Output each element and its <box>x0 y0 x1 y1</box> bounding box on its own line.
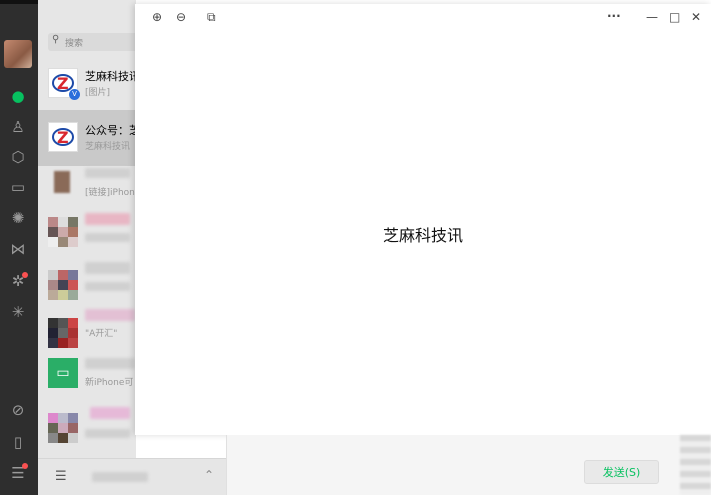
sparkle-icon[interactable]: ✳ <box>9 303 27 321</box>
group-avatar <box>48 217 78 247</box>
close-icon[interactable]: ✕ <box>691 10 701 24</box>
contact-avatar <box>54 171 70 193</box>
notification-dot <box>22 272 28 278</box>
maximize-icon[interactable]: □ <box>669 10 680 24</box>
zhima-logo-avatar: ZV <box>48 68 80 100</box>
chat-item-zhima[interactable]: ZV 芝麻科技讯 [图片] <box>38 56 136 112</box>
chat-title: 公众号：芝 <box>85 124 136 137</box>
list-icon[interactable]: ☰ <box>55 469 67 484</box>
group-avatar <box>48 270 78 300</box>
contacts-icon[interactable]: ♙ <box>9 118 27 136</box>
chat-preview: 新iPhone可 <box>85 378 134 388</box>
chat-item-official-account[interactable]: Z 公众号：芝 芝麻科技讯 <box>38 110 136 166</box>
group-avatar <box>48 413 78 443</box>
chat-list-footer: ☰ ⌃ <box>38 458 226 495</box>
compass-icon[interactable]: ⊘ <box>9 401 27 419</box>
chat-item-group[interactable]: "A开汇" <box>38 306 136 362</box>
search-placeholder: 搜索 <box>65 39 84 49</box>
minimize-icon[interactable]: — <box>646 10 658 24</box>
folder-icon[interactable]: ▭ <box>9 178 27 196</box>
notification-dot <box>22 463 28 469</box>
chat-item-group[interactable] <box>38 205 136 261</box>
chat-title: 芝麻科技讯 <box>85 70 136 83</box>
zoom-in-icon[interactable]: ⊕ <box>152 10 162 24</box>
chevron-up-icon[interactable]: ⌃ <box>204 468 214 482</box>
group-avatar <box>48 318 78 348</box>
zoom-out-icon[interactable]: ⊖ <box>176 10 186 24</box>
copy-icon[interactable]: ⧉ <box>207 10 216 25</box>
verified-badge-icon: V <box>69 89 80 100</box>
aperture-icon[interactable]: ✺ <box>9 209 27 227</box>
zhima-logo-avatar: Z <box>48 122 78 152</box>
phone-icon[interactable]: ▯ <box>9 433 27 451</box>
box-icon[interactable]: ⬡ <box>9 148 27 166</box>
avatar[interactable] <box>4 40 32 68</box>
butterfly-icon[interactable]: ⋈ <box>9 240 27 258</box>
chat-preview: "A开汇" <box>85 329 118 339</box>
chat-icon[interactable]: ● <box>9 87 27 105</box>
message-input-area[interactable]: 发送(S) <box>226 435 711 495</box>
chat-preview: 芝麻科技讯 <box>85 142 131 152</box>
folder-icon: ▭ <box>48 358 78 388</box>
chat-preview: [图片] <box>85 88 111 98</box>
search-icon: ⚲ <box>52 34 60 45</box>
chat-list: ⚲ 搜索 ZV 芝麻科技讯 [图片] Z 公众号：芝 芝麻科技讯 [链接]iPh… <box>38 0 136 495</box>
blurred-edge <box>680 435 711 495</box>
chat-preview: [链接]iPhone <box>85 188 136 198</box>
image-viewer-window: ⊕ ⊖ ⧉ ··· — □ ✕ 芝麻科技讯 <box>135 4 711 435</box>
chat-item-group[interactable] <box>38 401 136 457</box>
more-icon[interactable]: ··· <box>607 9 621 23</box>
send-button[interactable]: 发送(S) <box>584 460 659 484</box>
image-content-text: 芝麻科技讯 <box>382 226 463 245</box>
search-input[interactable]: ⚲ 搜索 <box>48 33 136 51</box>
folder-avatar: ▭ <box>48 358 78 388</box>
nav-sidebar: ● ♙ ⬡ ▭ ✺ ⋈ ✲ ✳ ⊘ ▯ ☰ <box>0 0 38 495</box>
